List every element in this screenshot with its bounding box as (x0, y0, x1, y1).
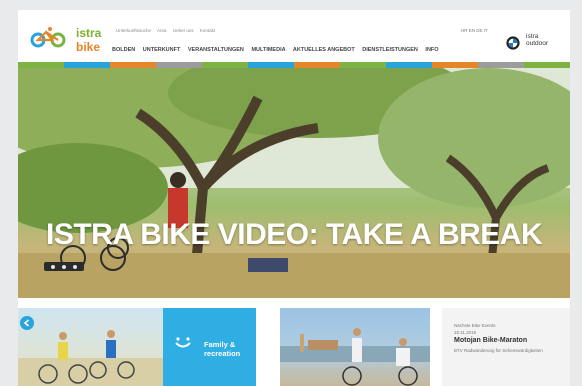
family-line1: Family & (204, 340, 236, 349)
event-meta: Nächste Bike Events 18.11.2016 (454, 322, 496, 336)
event-title[interactable]: Motojan Bike-Maraton (454, 337, 527, 344)
language-switch[interactable]: HR EN DE IT (461, 28, 488, 33)
logo-line1: istra (76, 26, 102, 40)
istra-outdoor-logo[interactable]: istra outdoor (526, 33, 549, 47)
istra-bike-logo[interactable] (28, 26, 72, 53)
utility-link[interactable]: Unterkunftssuche (116, 28, 151, 33)
slider-dot[interactable] (62, 264, 66, 269)
nav-arrow-badge[interactable] (20, 316, 34, 330)
nav-item-bolden[interactable]: BOLDEN (112, 47, 135, 53)
hero-title[interactable]: ISTRA BIKE VIDEO: TAKE A BREAK (46, 218, 543, 252)
smile-icon (175, 337, 191, 348)
event-tile[interactable]: Nächste Bike Events 18.11.2016 Motojan B… (442, 308, 570, 386)
family-recreation-tile[interactable]: Family & recreation (163, 308, 256, 386)
slider-dot[interactable] (51, 264, 55, 269)
family-line2: recreation (204, 349, 241, 358)
family-cyclists-photo[interactable] (18, 308, 163, 386)
logo-line2: bike (76, 40, 101, 54)
nav-item-dienstleistungen[interactable]: DIENSTLEISTUNGEN (362, 47, 418, 53)
coast-image (280, 328, 430, 386)
nav-item-veranstaltungen[interactable]: VERANSTALTUNGEN (188, 47, 244, 53)
nav-item-unterkunft[interactable]: UNTERKUNFT (143, 47, 181, 53)
page: istra bike Unterkunftssuche Area Ueber u… (18, 10, 570, 386)
utility-link[interactable]: Ueber uns (173, 28, 194, 33)
cyclists-image (18, 330, 163, 386)
event-label: Nächste Bike Events (454, 323, 496, 328)
utility-links: Unterkunftssuche Area Ueber uns Kontakt (116, 28, 220, 33)
event-date: 18.11.2016 (454, 330, 477, 335)
utility-link[interactable]: Area (157, 28, 167, 33)
nav-item-aktuelles-angebot[interactable]: AKTUELLES ANGEBOT (293, 47, 355, 53)
arrow-left-icon (23, 319, 30, 327)
slider-dot[interactable] (73, 264, 77, 269)
hero-image (18, 68, 570, 298)
utility-link[interactable]: Kontakt (200, 28, 215, 33)
nav-item-multimedia[interactable]: MULTIMEDIA (251, 47, 285, 53)
family-recreation-label: Family & recreation (204, 340, 240, 358)
logo-wordmark: istra bike (76, 27, 101, 53)
bike-logo-icon (30, 27, 66, 48)
event-subtitle: BTV Radwanderung für Sehenswürdigkeiten (454, 348, 543, 353)
bmw-logo-icon[interactable] (506, 36, 520, 50)
main-nav: BOLDEN UNTERKUNFT VERANSTALTUNGEN MULTIM… (112, 47, 445, 53)
coastal-cyclists-photo[interactable] (280, 308, 430, 386)
hero-slider[interactable]: ISTRA BIKE VIDEO: TAKE A BREAK (18, 68, 570, 298)
outdoor-line2: outdoor (526, 39, 549, 47)
nav-item-info[interactable]: INFO (425, 47, 438, 53)
slider-dots (44, 262, 84, 271)
